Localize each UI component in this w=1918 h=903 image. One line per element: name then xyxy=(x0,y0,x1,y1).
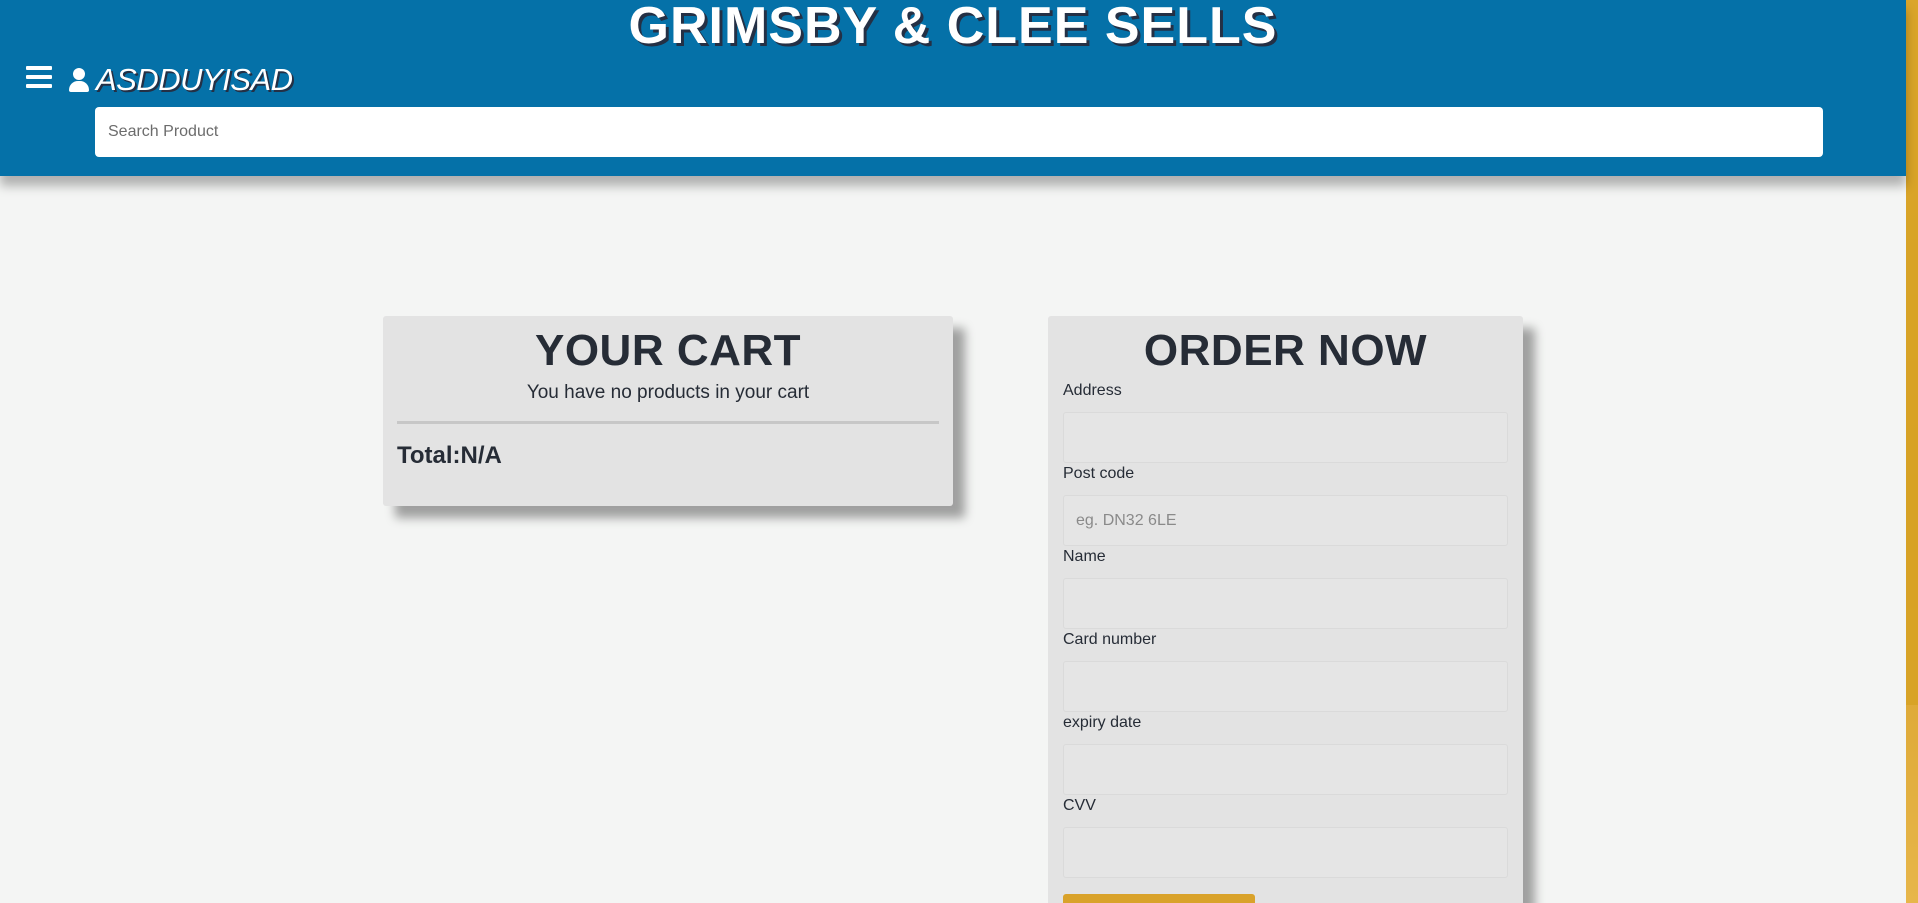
user-icon-head xyxy=(73,68,85,80)
cart-empty-message: You have no products in your cart xyxy=(526,382,810,403)
card-number-field[interactable] xyxy=(1063,661,1508,712)
postcode-label: Post code xyxy=(1063,465,1135,482)
hamburger-bar xyxy=(26,75,52,79)
hamburger-icon[interactable] xyxy=(26,66,54,92)
expiry-date-label: expiry date xyxy=(1063,714,1142,731)
postcode-field[interactable] xyxy=(1063,495,1508,546)
name-field[interactable] xyxy=(1063,578,1508,629)
hamburger-bar xyxy=(26,84,52,88)
address-field[interactable] xyxy=(1063,412,1508,463)
address-label: Address xyxy=(1063,382,1122,399)
cart-panel: YOUR CART You have no products in your c… xyxy=(383,316,953,506)
order-title: ORDER NOW xyxy=(1143,326,1428,375)
page: GRIMSBY & CLEE SELLS ASDDUYISAD YOUR CAR… xyxy=(0,0,1918,903)
cvv-field[interactable] xyxy=(1063,827,1508,878)
expiry-date-field[interactable] xyxy=(1063,744,1508,795)
user-account-link[interactable]: ASDDUYISAD xyxy=(68,62,293,98)
site-title: GRIMSBY & CLEE SELLS xyxy=(628,0,1278,55)
search-input[interactable] xyxy=(95,107,1823,157)
site-header: GRIMSBY & CLEE SELLS ASDDUYISAD xyxy=(0,0,1906,176)
cart-divider xyxy=(397,421,939,424)
order-panel: ORDER NOW Address Post code Name Card nu… xyxy=(1048,316,1523,903)
username: ASDDUYISAD xyxy=(96,62,293,97)
hamburger-bar xyxy=(26,66,52,70)
cart-total: Total:N/A xyxy=(397,442,502,469)
cart-title: YOUR CART xyxy=(534,326,802,375)
submit-order-button[interactable] xyxy=(1063,894,1255,903)
user-icon xyxy=(68,66,90,94)
scrollbar-thumb[interactable] xyxy=(1906,0,1918,705)
user-icon-body xyxy=(69,81,89,92)
cvv-label: CVV xyxy=(1063,797,1096,814)
name-label: Name xyxy=(1063,548,1106,565)
card-number-label: Card number xyxy=(1063,631,1157,648)
